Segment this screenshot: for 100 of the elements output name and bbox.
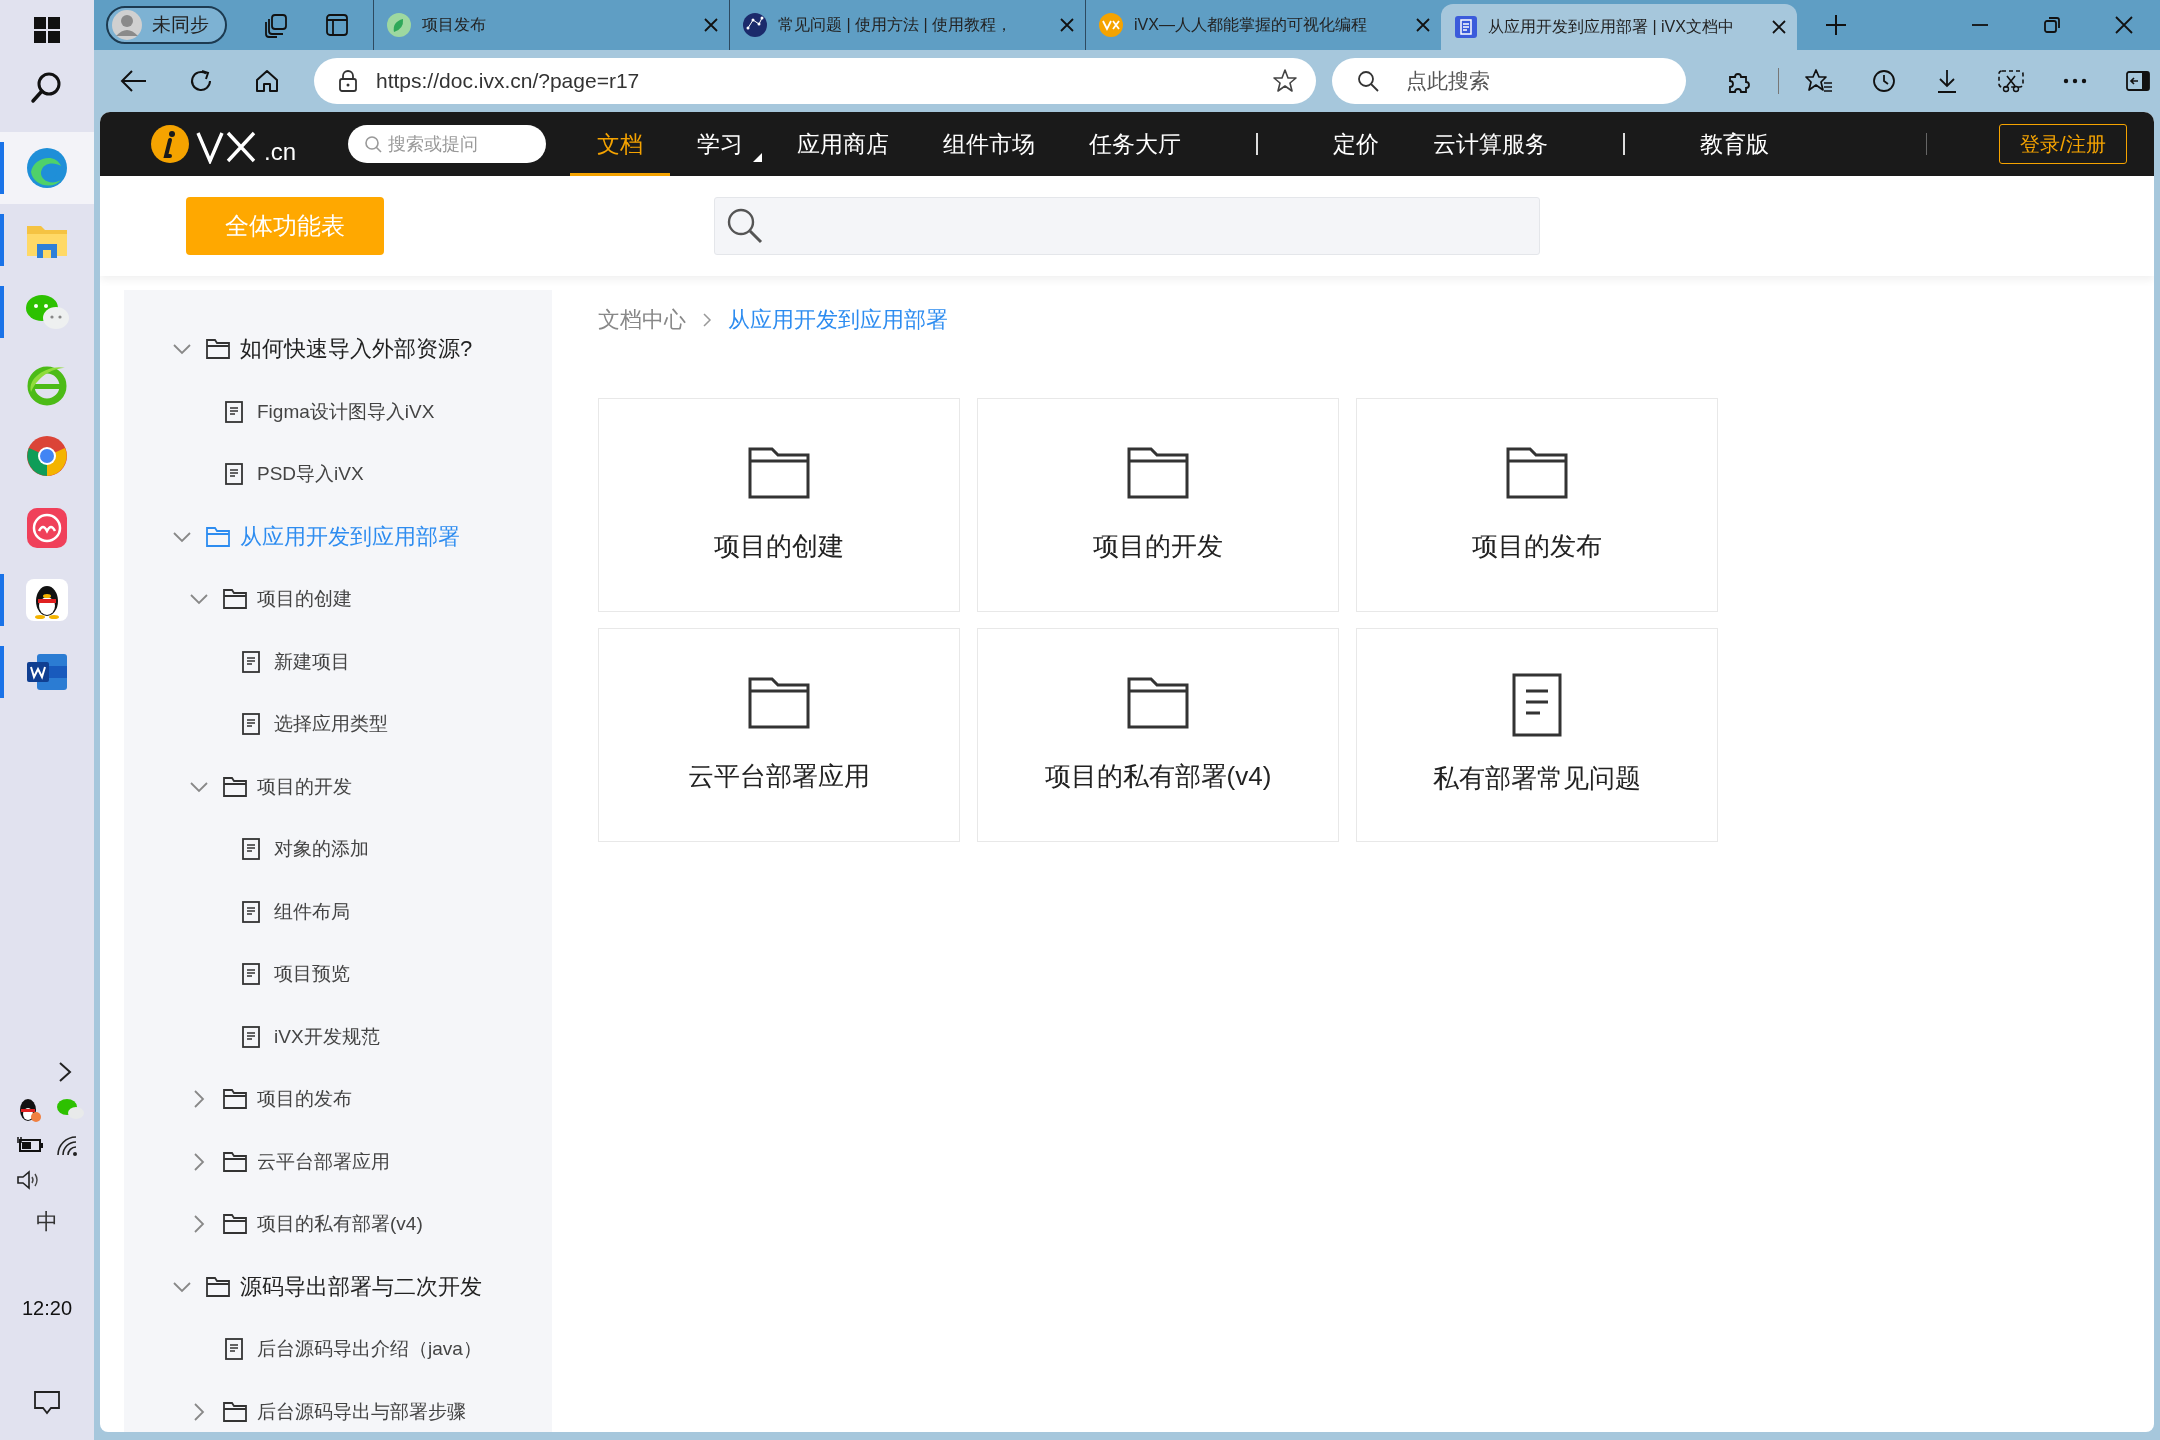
folder-icon [748,677,810,729]
folder-icon [206,526,230,547]
document-icon [242,650,260,673]
sidebar-item[interactable]: PSD导入iVX [124,443,552,506]
document-icon [225,1338,243,1361]
folder-icon [223,589,247,610]
input-method-indicator[interactable]: 中 [36,1207,58,1237]
close-icon[interactable] [1771,19,1787,35]
logo-icon [150,124,190,164]
new-tab-icon[interactable] [1825,14,1847,36]
windows-icon[interactable] [33,16,61,44]
sidebar-item[interactable]: 组件布局 [124,880,552,943]
battery-icon[interactable] [16,1135,44,1155]
search-icon [1356,69,1380,93]
restore-icon[interactable] [2042,15,2062,35]
folder-icon [223,1401,247,1422]
sidebar-item[interactable]: 云平台部署应用 [124,1130,552,1193]
browser-icon [25,434,69,478]
nav-link[interactable]: 应用商店 [770,112,916,176]
category-card[interactable]: 项目的私有部署(v4) [977,628,1339,842]
folder-icon [223,776,247,797]
sidebar-item[interactable]: 项目的开发 [124,755,552,818]
folder-icon [206,339,230,360]
star-icon[interactable] [1272,68,1298,94]
category-card[interactable]: 私有部署常见问题 [1356,628,1718,842]
breadcrumb-link[interactable]: 文档中心 [598,305,686,335]
sidebar-item[interactable]: 项目的发布 [124,1068,552,1131]
chat-icon [24,292,70,332]
folder-icon [223,1214,247,1235]
browser-tab[interactable]: 从应用开发到应用部署 | iVX文档中 [1441,4,1797,50]
favorites-icon[interactable] [1805,68,1833,94]
clock[interactable]: 12:20 [21,1297,73,1320]
search-icon [725,206,765,246]
category-card[interactable]: 项目的发布 [1356,398,1718,612]
page-icon [1454,15,1478,39]
back-icon[interactable] [120,69,148,93]
sidebar-item[interactable]: 源码导出部署与二次开发 [124,1255,552,1318]
folder-icon [748,447,810,499]
category-card[interactable]: 云平台部署应用 [598,628,960,842]
chevron-icon[interactable] [58,1061,72,1083]
nav-link[interactable]: 文档 [570,112,670,176]
folder-icon [223,1151,247,1172]
logo-mark [196,130,258,164]
category-card[interactable]: 项目的创建 [598,398,960,612]
app-icon [26,507,68,549]
tab-actions-icon[interactable] [325,13,349,37]
home-icon[interactable] [254,68,280,94]
sidebar-item[interactable]: Figma设计图导入iVX [124,380,552,443]
sidebar-item[interactable]: 新建项目 [124,630,552,693]
sidebar-item[interactable]: 项目的创建 [124,568,552,631]
close-icon[interactable] [2114,15,2134,35]
close-icon[interactable] [703,17,719,33]
search-icon [364,135,382,153]
nav-link[interactable]: 组件市场 [916,112,1062,176]
document-icon [242,838,260,861]
logo-icon [1098,12,1124,38]
sidebar-item[interactable]: 选择应用类型 [124,693,552,756]
profile-button[interactable]: 未同步 [106,6,227,44]
document-icon [225,400,243,423]
document-icon [242,713,260,736]
constellation-icon [742,12,768,38]
notification-icon[interactable] [33,1390,61,1416]
wifi-icon[interactable] [56,1135,80,1157]
search-field[interactable] [714,197,1540,255]
site-logo[interactable]: .cn [150,124,296,164]
lock-icon [338,69,358,93]
refresh-icon[interactable] [188,68,214,94]
category-card[interactable]: 项目的开发 [977,398,1339,612]
nav-link[interactable]: 学习 [670,112,770,176]
sidebar-item[interactable]: 对象的添加 [124,818,552,881]
history-icon[interactable] [1871,68,1897,94]
avatar-icon [112,10,142,40]
nav-link[interactable]: 任务大厅 [1062,112,1208,176]
chevron-right-icon [702,313,712,327]
document-icon [242,900,260,923]
sidebar-item[interactable]: 后台源码导出与部署步骤 [124,1380,552,1432]
folder-icon [1127,677,1189,729]
nav-link[interactable]: 云计算服务 [1406,112,1575,176]
search-field[interactable]: 点此搜索 [1332,58,1686,104]
document-icon [242,1025,260,1048]
screenshot-icon[interactable] [1997,68,2025,94]
more-icon[interactable] [2063,77,2087,85]
sidebar-item[interactable]: 项目预览 [124,943,552,1006]
leaf-icon [386,12,412,38]
sidebar-item[interactable]: 如何快速导入外部资源? [124,318,552,381]
nav-link[interactable]: 教育版 [1673,112,1796,176]
folder-icon [206,1276,230,1297]
close-icon[interactable] [1415,17,1431,33]
address-field[interactable]: https://doc.ivx.cn/?page=r17 [314,58,1316,104]
folder-icon [1506,447,1568,499]
sidebar-toggle-icon[interactable] [2125,70,2151,92]
download-icon[interactable] [1935,68,1959,94]
nav-link[interactable]: 定价 [1306,112,1406,176]
folder-icon [1127,447,1189,499]
login-button[interactable]: 登录/注册 [1999,124,2127,164]
collections-icon[interactable] [263,12,289,38]
sidebar-item[interactable]: 项目的私有部署(v4) [124,1193,552,1256]
close-icon[interactable] [1059,17,1075,33]
sidebar-item[interactable]: 后台源码导出介绍（java） [124,1318,552,1381]
sidebar-item[interactable]: iVX开发规范 [124,1005,552,1068]
